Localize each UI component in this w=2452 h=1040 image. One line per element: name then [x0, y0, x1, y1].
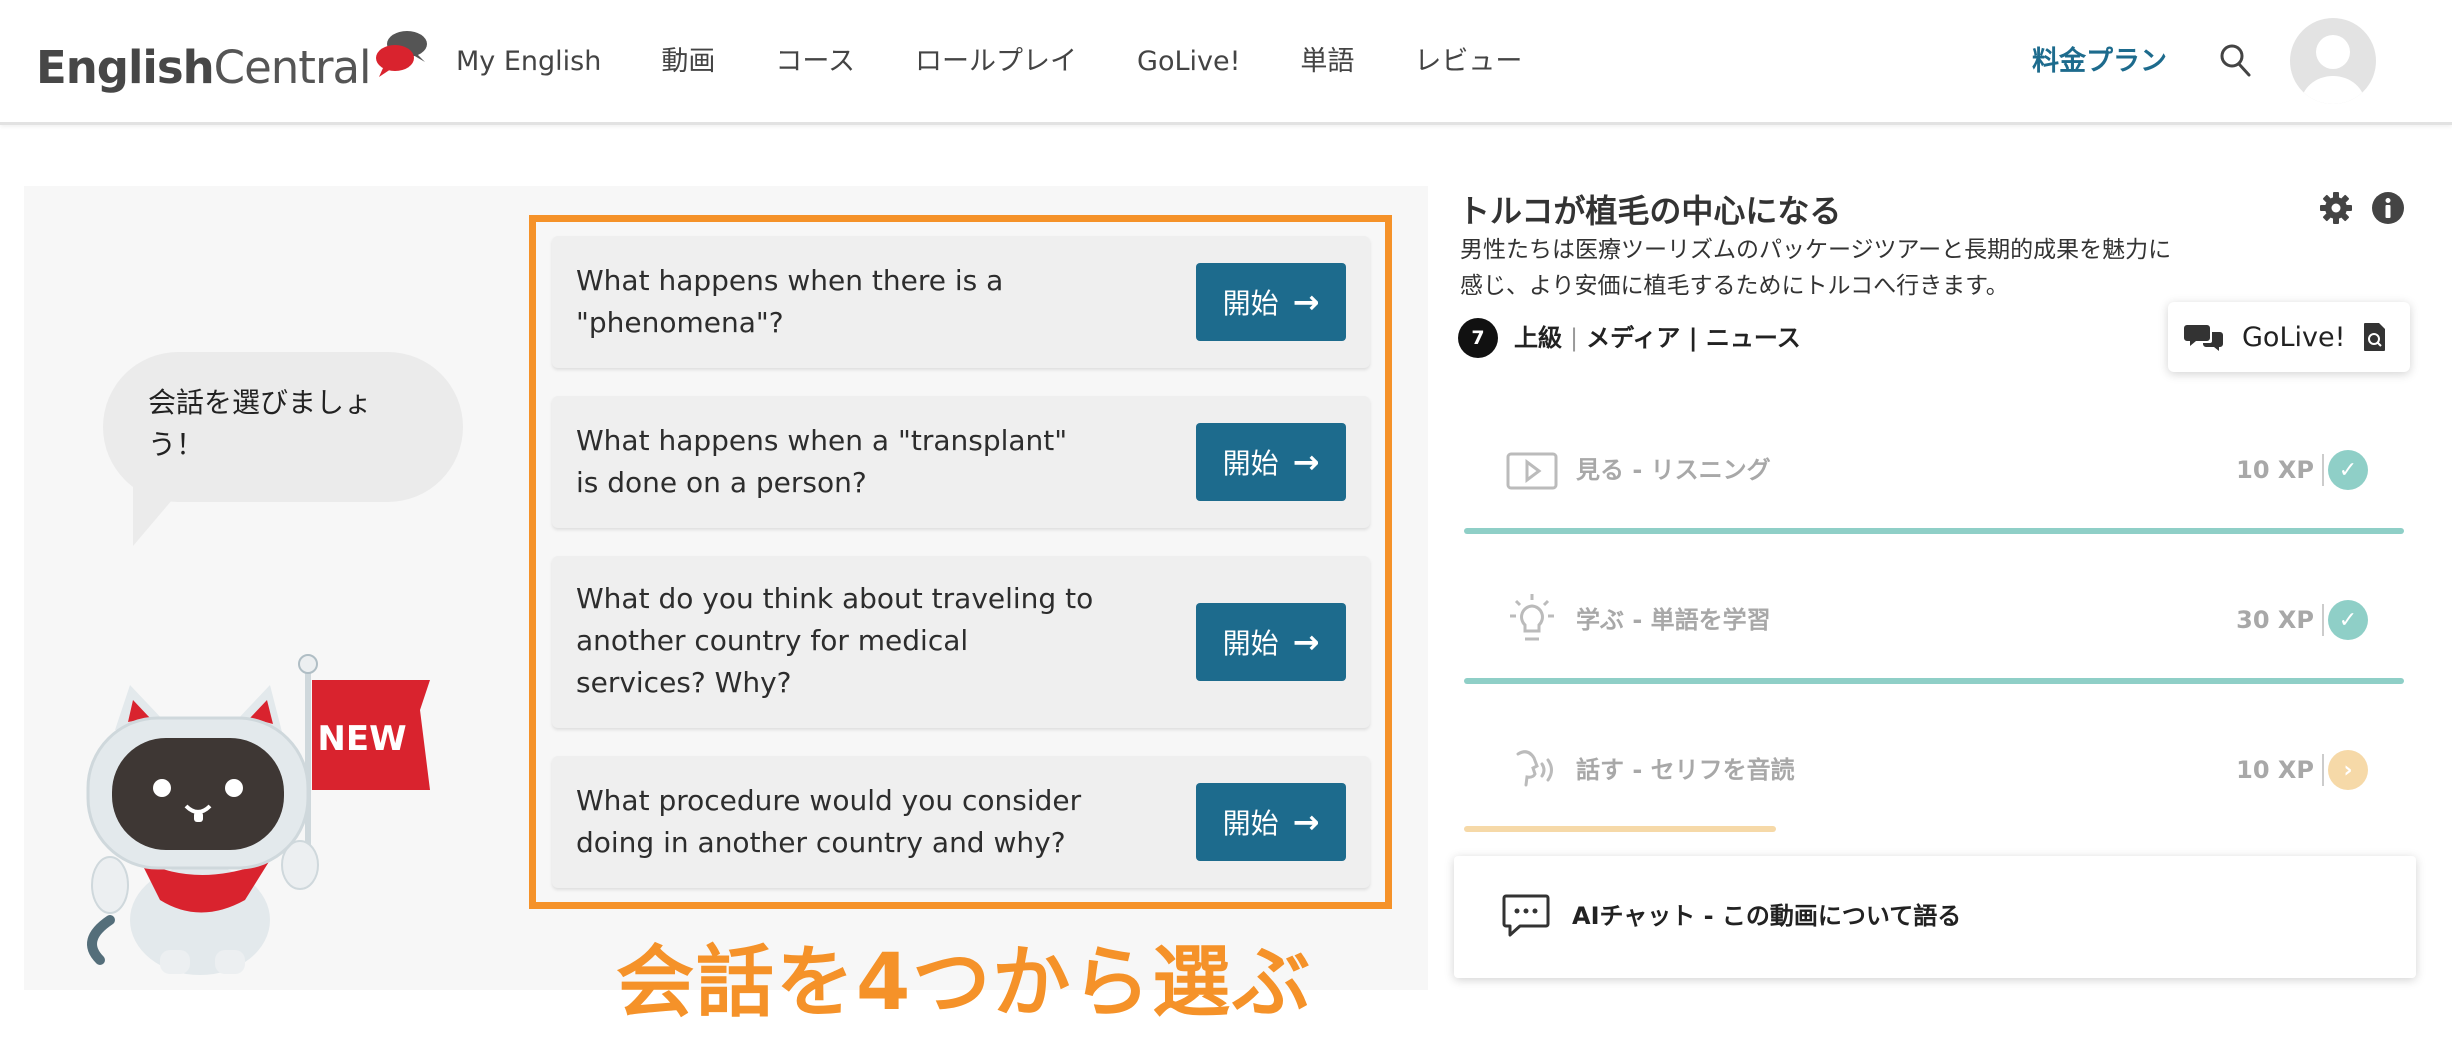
- conversation-question: What procedure would you consider doing …: [576, 784, 1082, 859]
- step-divider: [2322, 604, 2324, 636]
- nav-review[interactable]: レビュー: [1414, 38, 1522, 86]
- conversation-question: What happens when there is a "phenomena"…: [576, 264, 1004, 339]
- video-play-icon: [1506, 452, 1558, 490]
- user-silhouette-icon: [2301, 35, 2365, 104]
- ai-chat-button[interactable]: AIチャット - この動画について語る: [1454, 856, 2416, 978]
- golive-button[interactable]: GoLive!: [2168, 302, 2410, 372]
- start-button[interactable]: 開始 →: [1196, 603, 1346, 681]
- chat-dots-icon: [1502, 894, 1550, 937]
- nav-courses[interactable]: コース: [775, 38, 855, 86]
- start-button-label: 開始: [1222, 807, 1279, 840]
- document-search-icon: [2364, 323, 2386, 351]
- start-button-label: 開始: [1222, 287, 1279, 320]
- step-divider: [2322, 754, 2324, 786]
- arrow-right-icon: →: [1292, 623, 1320, 661]
- nav-words[interactable]: 単語: [1300, 38, 1354, 86]
- step-label: 学ぶ - 単語を学習: [1576, 606, 1771, 634]
- nav-videos[interactable]: 動画: [661, 38, 715, 86]
- chat-bubbles-icon: [2184, 325, 2223, 351]
- user-avatar[interactable]: [2290, 18, 2376, 104]
- speech-bubble-tail: [133, 480, 189, 546]
- conversation-question: What happens when a "transplant" is done…: [576, 424, 1068, 499]
- speech-bubbles-icon: [375, 31, 427, 77]
- lesson-step-learn[interactable]: 学ぶ - 単語を学習 30 XP ✓: [1464, 570, 2404, 670]
- logo-text-bold: English: [36, 41, 215, 94]
- level-and-category: 上級 | メディア | ニュース: [1514, 318, 1801, 358]
- main-nav: My English 動画 コース ロールプレイ GoLive! 単語 レビュー: [456, 38, 1582, 86]
- conversation-option[interactable]: What happens when a "transplant" is done…: [552, 396, 1370, 528]
- chevron-right-icon: ›: [2328, 750, 2368, 790]
- conversation-option[interactable]: What do you think about traveling to ano…: [552, 556, 1370, 728]
- lesson-step-speak[interactable]: 話す - セリフを音読 10 XP ›: [1464, 720, 2404, 820]
- top-header: EnglishCentral My English 動画 コース ロールプレイ …: [0, 0, 2452, 125]
- start-button[interactable]: 開始 →: [1196, 783, 1346, 861]
- step-xp: 10 XP: [2236, 756, 2314, 784]
- pricing-link[interactable]: 料金プラン: [2032, 38, 2167, 86]
- logo-text-light: Central: [213, 41, 372, 94]
- step-progress-bar: [1464, 528, 2404, 534]
- lesson-title: トルコが植毛の中心になる: [1458, 192, 1842, 230]
- step-label: 見る - リスニング: [1576, 456, 1771, 484]
- step-progress-bar: [1464, 678, 2404, 684]
- start-button-label: 開始: [1222, 627, 1279, 660]
- speaking-head-icon: [1516, 750, 1553, 787]
- start-button[interactable]: 開始 →: [1196, 423, 1346, 501]
- conversation-option[interactable]: What procedure would you consider doing …: [552, 756, 1370, 888]
- check-icon: ✓: [2328, 450, 2368, 490]
- nav-my-english[interactable]: My English: [456, 38, 601, 86]
- level-label: 上級: [1514, 324, 1562, 352]
- start-button[interactable]: 開始 →: [1196, 263, 1346, 341]
- step-divider: [2322, 454, 2324, 486]
- lightbulb-icon: [1510, 594, 1554, 641]
- arrow-right-icon: →: [1292, 283, 1320, 321]
- golive-label: GoLive!: [2242, 321, 2346, 353]
- lesson-category: メディア | ニュース: [1586, 324, 1801, 352]
- start-button-label: 開始: [1222, 447, 1279, 480]
- nav-golive[interactable]: GoLive!: [1137, 38, 1240, 86]
- check-icon: ✓: [2328, 600, 2368, 640]
- lesson-description: 男性たちは医療ツーリズムのパッケージツアーと長期的成果を魅力に感じ、より安価に植…: [1460, 237, 2172, 299]
- conversation-question: What do you think about traveling to ano…: [576, 582, 1094, 699]
- ai-chat-label: AIチャット - この動画について語る: [1572, 902, 1962, 930]
- nav-roleplay[interactable]: ロールプレイ: [915, 38, 1077, 86]
- arrow-right-icon: →: [1292, 443, 1320, 481]
- info-icon[interactable]: [2370, 190, 2406, 226]
- gear-icon[interactable]: [2318, 190, 2354, 226]
- level-separator: |: [1570, 324, 1579, 352]
- search-icon[interactable]: [2218, 42, 2252, 78]
- speech-bubble-text: 会話を選びましょう！: [148, 386, 373, 461]
- step-progress-bar: [1464, 826, 1776, 832]
- step-label: 話す - セリフを音読: [1576, 756, 1795, 784]
- cat-robot-mascot: NEW: [86, 654, 430, 975]
- step-xp: 10 XP: [2236, 456, 2314, 484]
- level-badge: 7: [1458, 318, 1498, 358]
- conversation-option[interactable]: What happens when there is a "phenomena"…: [552, 236, 1370, 368]
- new-badge-text: NEW: [317, 719, 406, 759]
- arrow-right-icon: →: [1292, 803, 1320, 841]
- lesson-step-watch[interactable]: 見る - リスニング 10 XP ✓: [1464, 420, 2404, 520]
- step-xp: 30 XP: [2236, 606, 2314, 634]
- instruction-caption: 会話を4つから選ぶ: [616, 938, 1313, 1028]
- englishcentral-logo[interactable]: EnglishCentral: [36, 28, 431, 98]
